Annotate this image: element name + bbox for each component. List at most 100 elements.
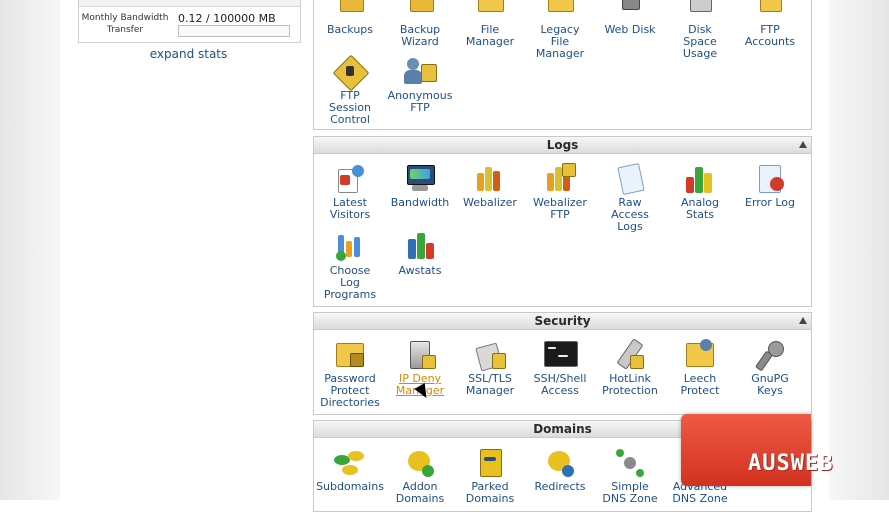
disk-space-usage-item[interactable]: Disk Space Usage — [664, 0, 736, 60]
legacy-file-manager-item[interactable]: Legacy File Manager — [524, 0, 596, 60]
ssl-tls-manager-icon — [474, 339, 506, 372]
item-label: FTP Accounts — [744, 23, 796, 48]
item-label: Bandwidth — [390, 196, 450, 209]
item-label: Disk Space Usage — [682, 23, 718, 60]
simple-dns-zone-item[interactable]: Simple DNS Zone — [594, 447, 666, 505]
redirects-item[interactable]: Redirects — [524, 447, 596, 493]
ftp-accounts-icon — [754, 0, 786, 22]
item-label: Backups — [326, 23, 374, 36]
section-title: Security — [534, 314, 591, 328]
hotlink-protection-icon — [614, 338, 646, 371]
backup-wizard-item[interactable]: Backup Wizard — [384, 0, 456, 48]
item-label: Addon Domains — [395, 480, 445, 505]
item-label: HotLink Protection — [602, 372, 658, 397]
item-label: Latest Visitors — [329, 196, 371, 221]
item-label: Anonymous FTP — [387, 89, 453, 114]
simple-dns-zone-icon — [614, 447, 646, 479]
item-label: Simple DNS Zone — [602, 480, 658, 505]
item-label: Redirects — [534, 480, 586, 493]
error-log-item[interactable]: Error Log — [734, 163, 806, 209]
leech-protect-icon — [684, 339, 716, 371]
security-section-header[interactable]: Security — [314, 313, 811, 330]
choose-log-programs-item[interactable]: Choose Log Programs — [314, 231, 386, 301]
section-title: Logs — [546, 138, 579, 152]
subdomains-icon — [334, 447, 366, 479]
backups-item[interactable]: Backups — [314, 0, 386, 36]
password-protect-item[interactable]: Password Protect Directories — [314, 339, 386, 409]
file-manager-item[interactable]: File Manager — [454, 0, 526, 48]
security-section: Security Password Protect Directories IP… — [313, 312, 812, 415]
ssh-shell-access-item[interactable]: SSH/Shell Access — [524, 339, 596, 397]
raw-access-logs-item[interactable]: Raw Access Logs — [594, 163, 666, 233]
file-manager-icon — [474, 0, 506, 22]
parked-domains-icon — [474, 447, 506, 479]
latest-visitors-icon — [334, 163, 366, 195]
redirects-icon — [544, 447, 576, 479]
item-label: FTP Session Control — [329, 89, 371, 126]
ip-deny-manager-icon — [404, 339, 436, 371]
anonymous-ftp-item[interactable]: Anonymous FTP — [384, 56, 456, 114]
logs-section: Logs Latest Visitors Bandwidth Webalizer… — [313, 136, 812, 307]
web-disk-item[interactable]: Web Disk — [594, 0, 666, 36]
expand-stats-link[interactable]: expand stats — [78, 47, 299, 61]
gnupg-keys-item[interactable]: GnuPG Keys — [734, 339, 806, 397]
collapse-arrow-icon[interactable] — [799, 317, 807, 324]
ssh-shell-access-icon — [544, 339, 578, 371]
item-label: GnuPG Keys — [751, 372, 789, 397]
addon-domains-item[interactable]: Addon Domains — [384, 447, 456, 505]
item-label: Error Log — [745, 196, 795, 209]
item-label: Webalizer FTP — [533, 196, 587, 221]
item-label: Parked Domains — [465, 480, 515, 505]
password-protect-icon — [334, 339, 366, 371]
webalizer-icon — [474, 163, 506, 195]
item-label: File Manager — [465, 23, 515, 48]
files-section: Backups Backup Wizard File Manager Legac… — [313, 0, 812, 130]
right-gutter — [829, 0, 889, 500]
stats-box: Monthly Bandwidth Transfer 0.12 / 100000… — [78, 0, 301, 43]
bandwidth-item[interactable]: Bandwidth — [384, 163, 456, 209]
ftp-session-control-icon — [332, 54, 370, 92]
item-label: Leech Protect — [680, 372, 720, 397]
collapse-arrow-icon[interactable] — [799, 141, 807, 148]
item-label: Awstats — [398, 264, 442, 277]
legacy-file-manager-icon — [544, 0, 576, 22]
analog-stats-item[interactable]: Analog Stats — [664, 163, 736, 221]
item-label: Raw Access Logs — [611, 196, 649, 233]
item-label: Webalizer — [463, 196, 517, 209]
item-label: Legacy File Manager — [535, 23, 585, 60]
item-label: Analog Stats — [680, 196, 719, 221]
left-gutter — [0, 0, 60, 500]
ssl-tls-manager-item[interactable]: SSL/TLS Manager — [454, 339, 526, 397]
awstats-icon — [404, 231, 436, 263]
item-label: Password Protect Directories — [320, 372, 380, 409]
disk-space-usage-icon — [684, 0, 716, 22]
parked-domains-item[interactable]: Parked Domains — [454, 447, 526, 505]
logs-section-header[interactable]: Logs — [314, 137, 811, 154]
item-label: Backup Wizard — [399, 23, 441, 48]
webalizer-item[interactable]: Webalizer — [454, 163, 526, 209]
section-title: Domains — [533, 422, 592, 436]
gnupg-keys-icon — [754, 339, 786, 372]
choose-log-programs-icon — [334, 231, 366, 263]
ftp-accounts-item[interactable]: FTP Accounts — [734, 0, 806, 48]
webalizer-ftp-icon — [544, 163, 576, 195]
raw-access-logs-icon — [614, 163, 646, 195]
latest-visitors-item[interactable]: Latest Visitors — [314, 163, 386, 221]
ftp-session-control-item[interactable]: FTP Session Control — [314, 54, 386, 126]
item-label: Choose Log Programs — [323, 264, 377, 301]
ausweb-watermark-text: AUSWEB — [748, 451, 834, 476]
item-label: SSH/Shell Access — [533, 372, 587, 397]
item-label: Subdomains — [316, 480, 384, 493]
bandwidth-usage-bar — [178, 25, 290, 37]
bandwidth-icon — [404, 163, 436, 195]
item-label: SSL/TLS Manager — [465, 372, 515, 397]
bandwidth-value: 0.12 / 100000 MB — [178, 12, 276, 25]
leech-protect-item[interactable]: Leech Protect — [664, 339, 736, 397]
awstats-item[interactable]: Awstats — [384, 231, 456, 277]
hotlink-protection-item[interactable]: HotLink Protection — [594, 338, 666, 397]
analog-stats-icon — [684, 163, 716, 195]
webalizer-ftp-item[interactable]: Webalizer FTP — [524, 163, 596, 221]
item-label: Web Disk — [604, 23, 656, 36]
web-disk-icon — [614, 0, 646, 22]
subdomains-item[interactable]: Subdomains — [314, 447, 386, 493]
